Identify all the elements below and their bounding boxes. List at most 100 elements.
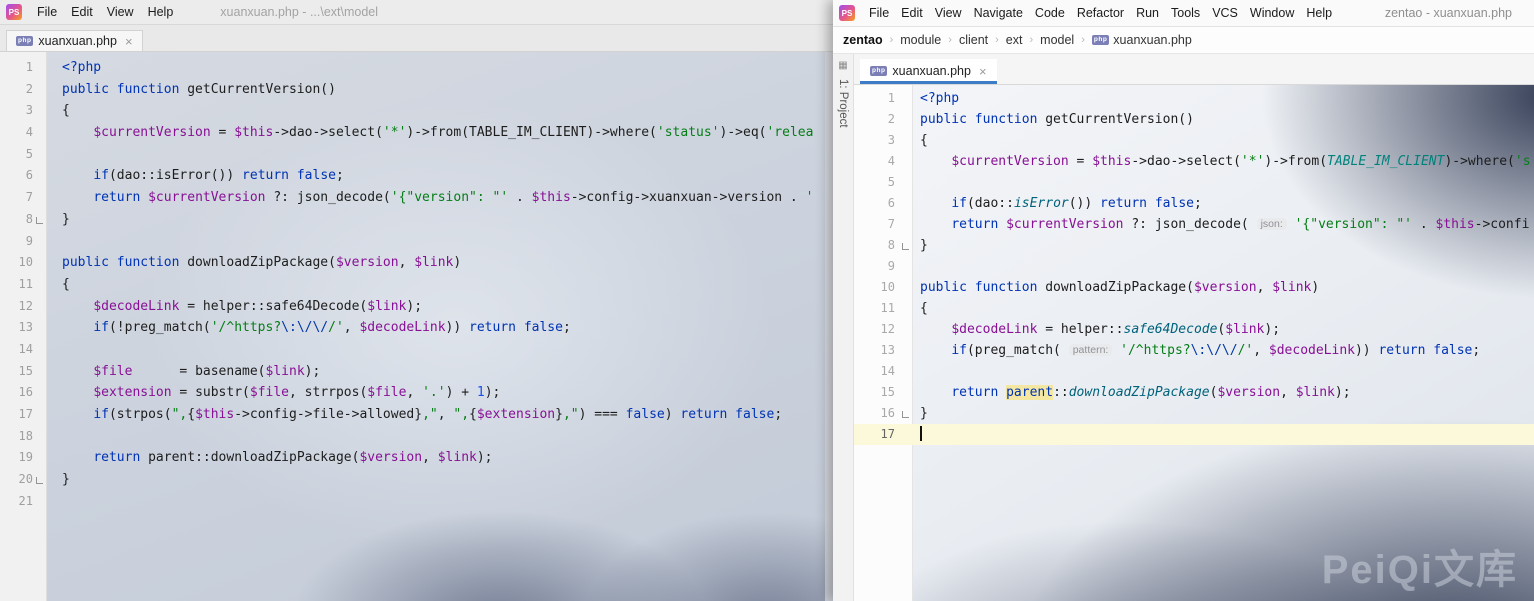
code-line[interactable]: 5 — [0, 144, 833, 166]
line-number[interactable]: 3 — [0, 100, 46, 122]
line-number[interactable]: 13 — [854, 340, 912, 361]
code-line[interactable]: 16} — [854, 403, 1534, 424]
breadcrumb-item-zentao[interactable]: zentao — [843, 33, 883, 47]
close-tab-icon[interactable]: × — [125, 35, 133, 48]
line-number[interactable]: 10 — [854, 277, 912, 298]
line-number[interactable]: 20 — [0, 469, 46, 491]
line-number[interactable]: 1 — [854, 88, 912, 109]
menu-item-help[interactable]: Help — [1300, 6, 1338, 20]
fold-marker-icon[interactable] — [902, 411, 909, 418]
code-line[interactable]: 6 if(dao::isError()) return false; — [0, 165, 833, 187]
line-number[interactable]: 14 — [854, 361, 912, 382]
code-line[interactable]: 3{ — [854, 130, 1534, 151]
menu-item-window[interactable]: Window — [1244, 6, 1300, 20]
code-line[interactable]: 15 return parent::downloadZipPackage($ve… — [854, 382, 1534, 403]
code-line[interactable]: 11{ — [0, 274, 833, 296]
line-number[interactable]: 4 — [0, 122, 46, 144]
code-line[interactable]: 17 if(strpos(",{$this->config->file->all… — [0, 404, 833, 426]
menu-item-file[interactable]: File — [863, 6, 895, 20]
line-number[interactable]: 21 — [0, 491, 46, 513]
line-number[interactable]: 6 — [854, 193, 912, 214]
line-number[interactable]: 17 — [854, 424, 912, 445]
project-tool-icon[interactable]: ▦ — [838, 60, 847, 71]
line-number[interactable]: 8 — [854, 235, 912, 256]
line-number[interactable]: 8 — [0, 209, 46, 231]
fold-marker-icon[interactable] — [902, 243, 909, 250]
code-line[interactable]: 10public function downloadZipPackage($ve… — [0, 252, 833, 274]
code-line[interactable]: 18 — [0, 426, 833, 448]
menu-item-view[interactable]: View — [100, 5, 141, 19]
menu-item-tools[interactable]: Tools — [1165, 6, 1206, 20]
menu-item-help[interactable]: Help — [141, 5, 181, 19]
close-tab-icon[interactable]: × — [979, 65, 987, 78]
breadcrumb-item-ext[interactable]: ext — [1006, 33, 1023, 47]
menu-item-refactor[interactable]: Refactor — [1071, 6, 1130, 20]
menu-item-edit[interactable]: Edit — [895, 6, 929, 20]
code-line[interactable]: 6 if(dao::isError()) return false; — [854, 193, 1534, 214]
code-line[interactable]: 1<?php — [854, 88, 1534, 109]
line-number[interactable]: 2 — [854, 109, 912, 130]
code-line[interactable]: 10public function downloadZipPackage($ve… — [854, 277, 1534, 298]
code-line[interactable]: 12 $decodeLink = helper::safe64Decode($l… — [854, 319, 1534, 340]
code-line[interactable]: 7 return $currentVersion ?: json_decode(… — [0, 187, 833, 209]
line-number[interactable]: 1 — [0, 57, 46, 79]
menu-item-view[interactable]: View — [929, 6, 968, 20]
tab-xuanxuan-php[interactable]: php xuanxuan.php × — [6, 30, 143, 51]
line-number[interactable]: 12 — [0, 296, 46, 318]
code-editor-left[interactable]: 1<?php2public function getCurrentVersion… — [0, 52, 833, 601]
breadcrumb-item-client[interactable]: client — [959, 33, 988, 47]
line-number[interactable]: 15 — [854, 382, 912, 403]
code-line[interactable]: 15 $file = basename($link); — [0, 361, 833, 383]
line-number[interactable]: 2 — [0, 79, 46, 101]
code-line[interactable]: 19 return parent::downloadZipPackage($ve… — [0, 447, 833, 469]
line-number[interactable]: 15 — [0, 361, 46, 383]
code-line[interactable]: 2public function getCurrentVersion() — [0, 79, 833, 101]
line-number[interactable]: 9 — [0, 231, 46, 253]
code-line[interactable]: 9 — [854, 256, 1534, 277]
line-number[interactable]: 7 — [854, 214, 912, 235]
line-number[interactable]: 10 — [0, 252, 46, 274]
code-line[interactable]: 13 if(preg_match( pattern: '/^https?\:\/… — [854, 340, 1534, 361]
line-number[interactable]: 12 — [854, 319, 912, 340]
menu-item-navigate[interactable]: Navigate — [968, 6, 1029, 20]
line-number[interactable]: 3 — [854, 130, 912, 151]
menu-item-run[interactable]: Run — [1130, 6, 1165, 20]
code-line[interactable]: 4 $currentVersion = $this->dao->select('… — [0, 122, 833, 144]
code-line[interactable]: 17 — [854, 424, 1534, 445]
breadcrumb-item-model[interactable]: model — [1040, 33, 1074, 47]
code-line[interactable]: 14 — [854, 361, 1534, 382]
line-number[interactable]: 17 — [0, 404, 46, 426]
code-line[interactable]: 8} — [0, 209, 833, 231]
line-number[interactable]: 4 — [854, 151, 912, 172]
fold-marker-icon[interactable] — [36, 477, 43, 484]
line-number[interactable]: 13 — [0, 317, 46, 339]
code-line[interactable]: 4 $currentVersion = $this->dao->select('… — [854, 151, 1534, 172]
line-number[interactable]: 18 — [0, 426, 46, 448]
menu-item-code[interactable]: Code — [1029, 6, 1071, 20]
code-line[interactable]: 11{ — [854, 298, 1534, 319]
tab-xuanxuan-php[interactable]: php xuanxuan.php × — [860, 59, 997, 84]
code-line[interactable]: 1<?php — [0, 57, 833, 79]
project-tool-button[interactable]: 1: Project — [837, 79, 849, 128]
line-number[interactable]: 11 — [0, 274, 46, 296]
code-line[interactable]: 2public function getCurrentVersion() — [854, 109, 1534, 130]
code-line[interactable]: 12 $decodeLink = helper::safe64Decode($l… — [0, 296, 833, 318]
menu-item-vcs[interactable]: VCS — [1206, 6, 1244, 20]
line-number[interactable]: 16 — [0, 382, 46, 404]
code-line[interactable]: 14 — [0, 339, 833, 361]
code-line[interactable]: 8} — [854, 235, 1534, 256]
menu-item-file[interactable]: File — [30, 5, 64, 19]
line-number[interactable]: 19 — [0, 447, 46, 469]
code-line[interactable]: 21 — [0, 491, 833, 513]
code-line[interactable]: 3{ — [0, 100, 833, 122]
breadcrumb-item-module[interactable]: module — [900, 33, 941, 47]
line-number[interactable]: 11 — [854, 298, 912, 319]
code-editor-right[interactable]: PeiQi文库 1<?php2public function getCurren… — [854, 85, 1534, 601]
code-line[interactable]: 7 return $currentVersion ?: json_decode(… — [854, 214, 1534, 235]
line-number[interactable]: 5 — [0, 144, 46, 166]
code-line[interactable]: 13 if(!preg_match('/^https?\:\/\//', $de… — [0, 317, 833, 339]
line-number[interactable]: 16 — [854, 403, 912, 424]
code-line[interactable]: 5 — [854, 172, 1534, 193]
line-number[interactable]: 9 — [854, 256, 912, 277]
code-line[interactable]: 16 $extension = substr($file, strrpos($f… — [0, 382, 833, 404]
